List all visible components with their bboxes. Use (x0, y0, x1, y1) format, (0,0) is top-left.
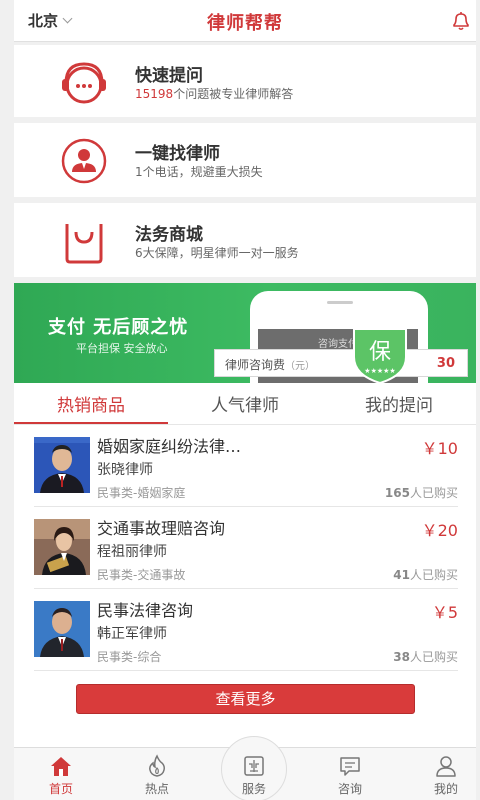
bottom-nav: 首页 热点 服务 咨询 我的 (14, 736, 476, 800)
list-item[interactable]: 民事法律咨询 ￥5 韩正军律师 民事类-综合 38人已购买 (34, 589, 458, 671)
lawyer-name: 程祖丽律师 (97, 544, 167, 560)
tab-active-indicator (14, 422, 168, 424)
nav-mine[interactable]: 我的 (411, 754, 480, 797)
product-price: ￥10 (421, 439, 458, 458)
product-price: ￥20 (421, 521, 458, 540)
headset-icon (62, 62, 106, 104)
lawyer-avatar (34, 519, 90, 575)
feature-title: 法务商城 (135, 225, 203, 245)
purchase-number: 165 (384, 486, 410, 500)
shopping-bag-icon (65, 224, 103, 264)
purchase-text: 人已购买 (409, 568, 458, 582)
phone-speaker (327, 301, 353, 304)
app-frame: 北京 律师帮帮 快速提问 15198个问题被专业律师解答 一键找律师 1个电话，… (14, 0, 476, 800)
fee-amount: 30 (436, 356, 455, 371)
product-category: 民事类-综合 (97, 650, 162, 664)
shield-text: 保 (369, 340, 391, 365)
banner-subtitle: 平台担保 安全放心 (76, 342, 168, 355)
product-category: 民事类-婚姻家庭 (97, 486, 186, 500)
purchase-count: 41人已购买 (393, 566, 458, 583)
lawyer-avatar (34, 601, 90, 657)
fee-label: 律师咨询费（元） (225, 356, 315, 373)
feature-title: 一键找律师 (135, 144, 220, 164)
purchase-count: 165人已购买 (385, 484, 458, 501)
chat-icon (340, 757, 360, 776)
product-category: 民事类-交通事故 (97, 568, 186, 582)
nav-label: 咨询 (337, 782, 362, 796)
promo-banner[interactable]: 支付 无后顾之忧 平台担保 安全放心 咨询支付 律师咨询费（元） 30 保 ★★… (14, 283, 476, 383)
top-bar: 北京 律师帮帮 (14, 0, 476, 42)
nav-hot[interactable]: 热点 (122, 754, 192, 797)
nav-consult[interactable]: 咨询 (315, 754, 385, 797)
purchase-text: 人已购买 (409, 486, 458, 500)
svg-text:★★★★★: ★★★★★ (364, 367, 395, 375)
nav-service[interactable]: 服务 (219, 754, 289, 797)
feature-subtitle: 15198个问题被专业律师解答 (135, 85, 293, 102)
purchase-count: 38人已购买 (393, 648, 458, 665)
lawyer-icon (61, 138, 107, 184)
fee-label-text: 律师咨询费 (225, 358, 286, 372)
lawyer-name: 张晓律师 (97, 462, 153, 478)
app-title: 律师帮帮 (207, 13, 283, 34)
purchase-text: 人已购买 (409, 650, 458, 664)
feature-quick-question[interactable]: 快速提问 15198个问题被专业律师解答 (14, 45, 476, 117)
product-name: 交通事故理赔咨询 (97, 519, 226, 538)
view-more-button[interactable]: 查看更多 (76, 684, 415, 714)
flame-icon (149, 754, 165, 777)
list-item[interactable]: 婚姻家庭纠纷法律… ￥10 张晓律师 民事类-婚姻家庭 165人已购买 (34, 425, 458, 507)
feature-subtitle: 6大保障，明星律师一对一服务 (135, 246, 299, 260)
lawyer-name: 韩正军律师 (97, 626, 167, 642)
product-price: ￥5 (431, 603, 458, 622)
purchase-number: 38 (393, 650, 410, 664)
list-item[interactable]: 交通事故理赔咨询 ￥20 程祖丽律师 民事类-交通事故 41人已购买 (34, 507, 458, 589)
product-name: 婚姻家庭纠纷法律… (97, 437, 242, 456)
tab-bar: 热销商品 人气律师 我的提问 (14, 383, 476, 425)
tab-my-questions[interactable]: 我的提问 (322, 391, 476, 416)
lawyer-avatar (34, 437, 90, 493)
feature-find-lawyer[interactable]: 一键找律师 1个电话，规避重大损失 (14, 123, 476, 197)
nav-home[interactable]: 首页 (26, 754, 96, 797)
nav-label: 服务 (241, 782, 266, 796)
feature-subtitle: 1个电话，规避重大损失 (135, 165, 263, 179)
service-icon (244, 756, 264, 776)
feature-subtitle-text: 个问题被专业律师解答 (173, 87, 294, 101)
fee-bar: 律师咨询费（元） 30 (214, 349, 468, 377)
nav-label: 我的 (433, 782, 458, 796)
bell-icon[interactable] (450, 10, 472, 32)
feature-title: 快速提问 (135, 66, 203, 86)
user-icon (436, 756, 456, 777)
banner-title: 支付 无后顾之忧 (48, 317, 189, 338)
feature-legal-mall[interactable]: 法务商城 6大保障，明星律师一对一服务 (14, 203, 476, 277)
question-count: 15198 (135, 87, 174, 101)
nav-label: 首页 (48, 782, 73, 796)
product-name: 民事法律咨询 (97, 601, 194, 620)
guarantee-shield-icon: 保 ★★★★★ (353, 328, 407, 383)
home-icon (51, 757, 71, 776)
tab-hot-products[interactable]: 热销商品 (14, 391, 168, 416)
nav-label: 热点 (144, 782, 169, 796)
product-list: 婚姻家庭纠纷法律… ￥10 张晓律师 民事类-婚姻家庭 165人已购买 交通事故… (14, 425, 476, 747)
purchase-number: 41 (393, 568, 410, 582)
tab-popular-lawyers[interactable]: 人气律师 (168, 391, 322, 416)
fee-unit: （元） (285, 361, 316, 372)
